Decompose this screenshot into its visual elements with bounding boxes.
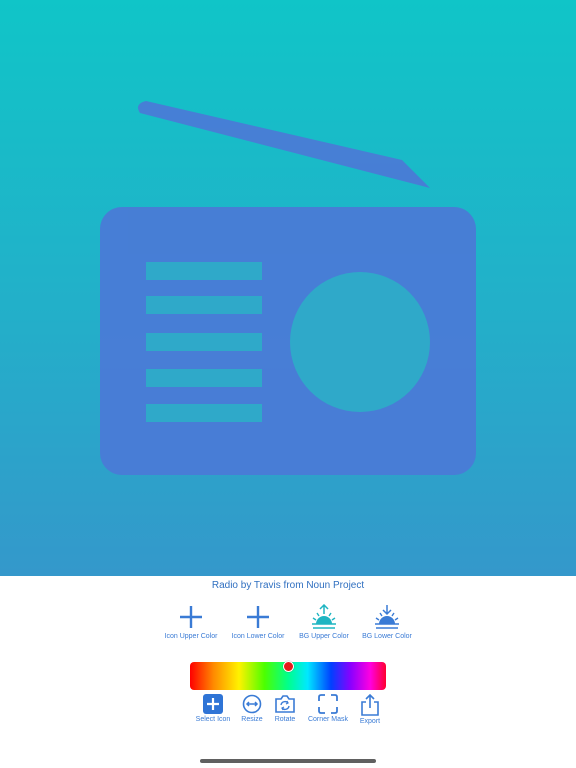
export-button[interactable]: Export [344, 694, 396, 725]
corner-mask-icon [318, 694, 338, 714]
bg-lower-color-button[interactable]: BG Lower Color [347, 604, 427, 640]
icon-attribution: Radio by Travis from Noun Project [211, 580, 365, 591]
icon-preview-canvas [0, 0, 576, 576]
rotate-camera-icon [275, 695, 295, 713]
plus-icon [180, 606, 202, 628]
home-indicator [200, 759, 376, 763]
share-icon [361, 694, 379, 716]
plus-icon [247, 606, 269, 628]
sunset-icon [375, 605, 399, 629]
color-spectrum-slider[interactable] [190, 661, 386, 690]
spectrum-slider-handle[interactable] [283, 661, 294, 672]
plus-square-icon [203, 694, 223, 714]
radio-icon [100, 101, 476, 475]
sunrise-icon [312, 604, 336, 629]
